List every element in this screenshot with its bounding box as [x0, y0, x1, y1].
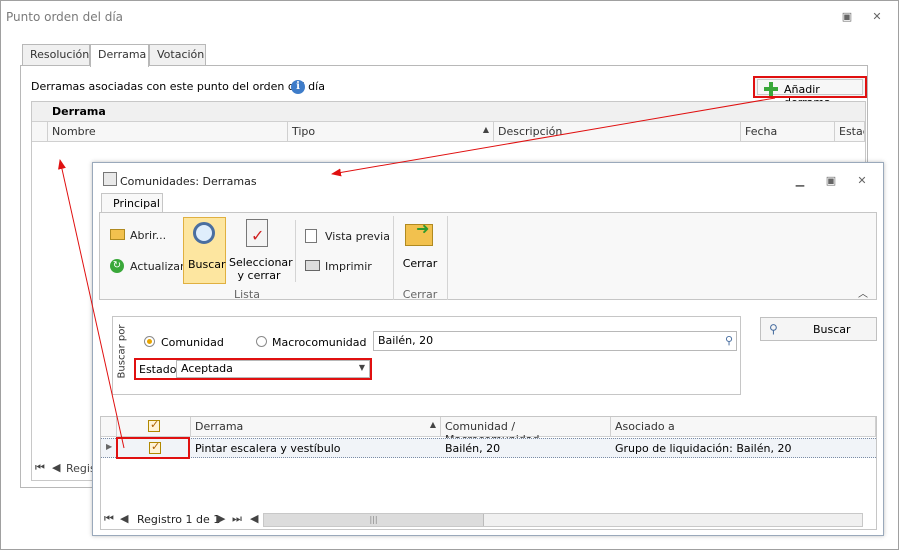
arrow-check-to-grid: [58, 159, 125, 449]
annotation-arrows: [58, 97, 776, 449]
arrow-add-to-dialog: [331, 97, 776, 177]
tab-derrama[interactable]: Derrama: [90, 44, 149, 67]
